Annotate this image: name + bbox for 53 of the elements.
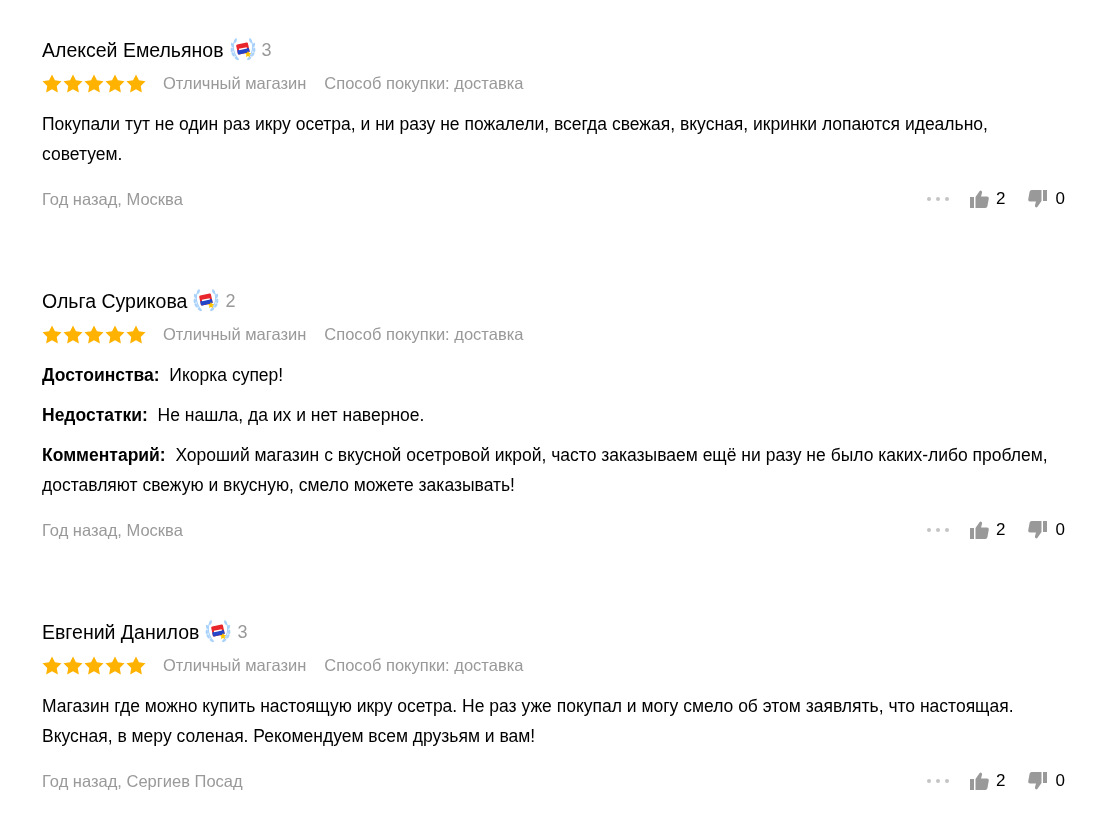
star-icon: [105, 73, 125, 93]
star-icon: [42, 655, 62, 675]
star-icon: [84, 324, 104, 344]
thumbs-down-icon[interactable]: [1027, 190, 1047, 208]
more-icon[interactable]: [927, 528, 950, 532]
like-count: 2: [996, 770, 1006, 792]
review-text: Недостатки: Не нашла, да их и нет наверное.: [42, 404, 426, 427]
dislike-count: 0: [1055, 188, 1065, 210]
purchase-method: Способ покупки: доставка: [324, 324, 524, 345]
laurel-badge-icon: [193, 289, 220, 313]
review-date-location: Год назад, Москва: [42, 520, 183, 541]
purchase-method: Способ покупки: доставка: [324, 73, 524, 94]
star-icon: [126, 324, 146, 344]
star-icon: [126, 655, 146, 675]
dislike-count: 0: [1055, 770, 1065, 792]
star-icon: [105, 655, 125, 675]
like-count: 2: [996, 519, 1006, 541]
reviewer-name[interactable]: Ольга Сурикова: [42, 289, 188, 313]
star-icon: [84, 655, 104, 675]
thumbs-up-icon[interactable]: [970, 521, 990, 539]
star-icon: [42, 324, 62, 344]
laurel-badge-icon: [205, 620, 232, 644]
review-date-location: Год назад, Сергиев Посад: [42, 771, 243, 792]
thumbs-up-icon[interactable]: [970, 772, 990, 790]
star-icon: [42, 73, 62, 93]
rating-label: Отличный магазин: [163, 655, 307, 676]
rating-label: Отличный магазин: [163, 73, 307, 94]
star-icon: [105, 324, 125, 344]
thumbs-down-icon[interactable]: [1027, 772, 1047, 790]
reviewer-name[interactable]: Евгений Данилов: [42, 620, 200, 644]
badge-count: 2: [225, 290, 236, 313]
laurel-badge-icon: [229, 38, 256, 62]
review-text: Магазин где можно купить настоящую икру осетра. Не раз уже покупал и могу смело об этом заявлять, что настоящая. Вкусная, в меру соленая. Рекомендуем всем друзьям и вам!: [42, 695, 1015, 748]
review-date-location: Год назад, Москва: [42, 189, 183, 210]
dislike-count: 0: [1055, 519, 1065, 541]
thumbs-down-icon[interactable]: [1027, 521, 1047, 539]
thumbs-up-icon[interactable]: [970, 190, 990, 208]
star-icon: [84, 73, 104, 93]
reviewer-name[interactable]: Алексей Емельянов: [42, 38, 224, 62]
more-icon[interactable]: [927, 197, 950, 201]
star-icon: [126, 73, 146, 93]
star-icon: [63, 73, 83, 93]
review-text: Достоинства: Икорка супер!: [42, 364, 285, 387]
star-icon: [63, 324, 83, 344]
review-text: Комментарий: Хороший магазин с вкусной осетровой икрой, часто заказываем ещё ни разу не было каких-либо проблем, доставляют свежую и вкусную, смело можете заказывать!: [42, 444, 1049, 497]
rating-label: Отличный магазин: [163, 324, 307, 345]
star-icon: [63, 655, 83, 675]
like-count: 2: [996, 188, 1006, 210]
badge-count: 3: [261, 39, 272, 62]
more-icon[interactable]: [927, 779, 950, 783]
purchase-method: Способ покупки: доставка: [324, 655, 524, 676]
review-text: Покупали тут не один раз икру осетра, и ни разу не пожалели, всегда свежая, вкусная, икринки лопаются идеально, советуем.: [42, 113, 989, 166]
badge-count: 3: [237, 621, 248, 644]
